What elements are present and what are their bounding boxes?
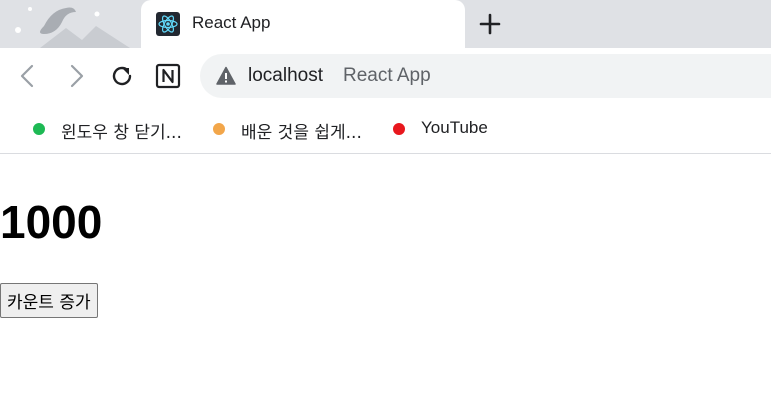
forward-icon[interactable] — [62, 62, 90, 90]
counter-value: 1000 — [0, 196, 103, 248]
page-content: 1000 카운트 증가 — [0, 154, 771, 414]
browser-toolbar: localhost React App — [0, 48, 771, 105]
warning-icon[interactable] — [216, 66, 236, 86]
bookmark-label: 윈도우 창 닫기... — [61, 123, 182, 143]
tab-strip: React App — [0, 0, 771, 48]
increment-count-button[interactable]: 카운트 증가 — [0, 283, 98, 318]
new-tab-plus-icon[interactable] — [477, 11, 503, 37]
bookmark-item-youtube[interactable]: YouTube — [393, 117, 503, 141]
address-bar[interactable]: localhost React App — [200, 54, 771, 98]
bookmark-item[interactable]: 윈도우 창 닫기... — [33, 117, 203, 143]
url-host: localhost — [248, 65, 323, 86]
notion-icon[interactable] — [154, 62, 182, 90]
bookmark-favicon — [213, 123, 225, 135]
url-page-title: React App — [343, 65, 431, 86]
bookmark-item[interactable]: 배운 것을 쉽게... — [213, 117, 383, 143]
bookmark-favicon — [33, 123, 45, 135]
back-icon[interactable] — [14, 62, 42, 90]
youtube-favicon — [393, 123, 405, 135]
reload-icon[interactable] — [108, 62, 136, 90]
browser-tab[interactable]: React App — [141, 0, 465, 48]
bookmark-label: YouTube — [421, 118, 488, 137]
bookmark-label: 배운 것을 쉽게... — [241, 123, 362, 143]
theme-artwork — [15, 7, 130, 48]
react-icon — [156, 12, 180, 36]
bookmarks-bar: 윈도우 창 닫기... 배운 것을 쉽게... YouTube — [0, 105, 771, 154]
tab-title: React App — [192, 13, 271, 32]
